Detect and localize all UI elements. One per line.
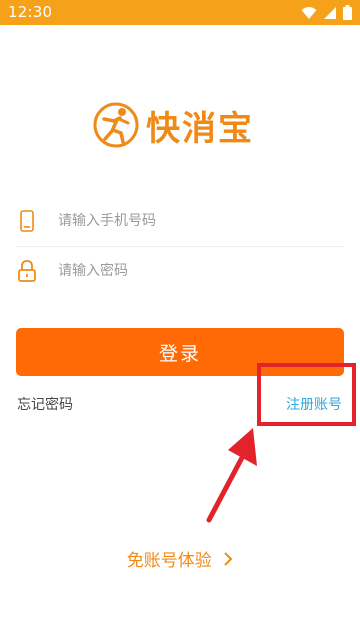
pointer-arrow xyxy=(206,428,257,523)
running-man-logo-icon xyxy=(93,102,139,148)
cellular-signal-icon xyxy=(324,6,336,19)
lock-icon xyxy=(16,259,38,283)
phone-field[interactable] xyxy=(16,198,344,244)
register-highlight-box xyxy=(257,363,356,426)
status-bar: 12:30 xyxy=(0,0,360,25)
guest-experience-link[interactable]: 免账号体验 xyxy=(0,546,360,571)
phone-divider xyxy=(16,246,344,247)
app-name: 快消宝 xyxy=(146,108,254,149)
guest-label: 免账号体验 xyxy=(126,551,212,571)
wifi-icon xyxy=(301,6,317,19)
status-icons xyxy=(301,5,352,20)
phone-icon xyxy=(16,209,38,233)
password-input[interactable] xyxy=(56,262,330,280)
password-field[interactable] xyxy=(16,248,344,294)
chevron-right-icon xyxy=(218,551,233,571)
battery-icon xyxy=(343,5,352,20)
app-logo: 快消宝 xyxy=(92,97,272,153)
phone-input[interactable] xyxy=(56,212,330,230)
forgot-password-link[interactable]: 忘记密码 xyxy=(17,394,73,414)
status-time: 12:30 xyxy=(8,3,53,21)
